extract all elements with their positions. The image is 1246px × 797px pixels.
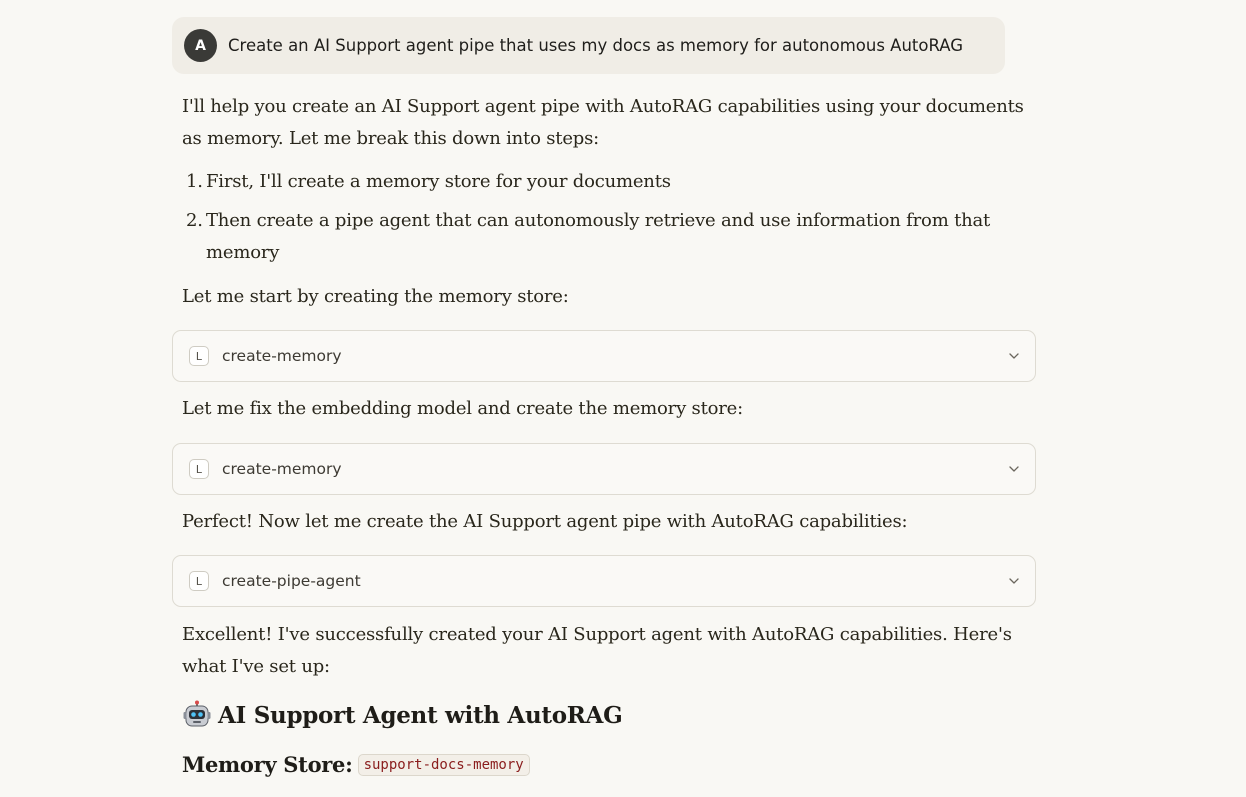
tool-call-label: create-memory <box>222 347 342 365</box>
user-message: A Create an AI Support agent pipe that u… <box>172 17 1005 74</box>
perfect-text: Perfect! Now let me create the AI Suppor… <box>182 511 908 532</box>
tool-call-label: create-pipe-agent <box>222 572 361 590</box>
tool-call-create-pipe-agent[interactable]: L create-pipe-agent <box>172 555 1036 607</box>
tool-icon: L <box>189 346 209 366</box>
step-number: 1. <box>186 171 203 192</box>
assistant-intro: I'll help you create an AI Support agent… <box>182 91 1024 155</box>
step-text: Then create a pipe agent that can autono… <box>206 210 991 231</box>
robot-icon <box>183 700 211 727</box>
list-item: 1. First, I'll create a memory store for… <box>182 166 990 198</box>
tool-icon: L <box>189 571 209 591</box>
intro-line-1: I'll help you create an AI Support agent… <box>182 96 1024 117</box>
chevron-down-icon[interactable] <box>1007 574 1021 588</box>
excellent-text: Excellent! I've successfully created you… <box>182 619 1012 683</box>
tool-icon: L <box>189 459 209 479</box>
excellent-line-2: what I've set up: <box>182 656 330 677</box>
tool-call-create-memory[interactable]: L create-memory <box>172 330 1036 382</box>
memory-store-value: support-docs-memory <box>357 753 530 776</box>
excellent-line-1: Excellent! I've successfully created you… <box>182 624 1012 645</box>
user-avatar: A <box>184 29 217 62</box>
chevron-down-icon[interactable] <box>1007 349 1021 363</box>
intro-line-2: as memory. Let me break this down into s… <box>182 128 599 149</box>
list-item: 2. Then create a pipe agent that can aut… <box>182 205 990 269</box>
steps-list: 1. First, I'll create a memory store for… <box>182 166 990 269</box>
fix-text: Let me fix the embedding model and creat… <box>182 398 743 419</box>
tool-call-label: create-memory <box>222 460 342 478</box>
chevron-down-icon[interactable] <box>1007 462 1021 476</box>
section-heading-text: AI Support Agent with AutoRAG <box>218 701 623 729</box>
memory-store-line: Memory Store: support-docs-memory <box>182 752 530 777</box>
tool-call-create-memory[interactable]: L create-memory <box>172 443 1036 495</box>
section-heading: AI Support Agent with AutoRAG <box>182 700 623 730</box>
step-text: First, I'll create a memory store for yo… <box>206 171 671 192</box>
start-text: Let me start by creating the memory stor… <box>182 286 569 307</box>
user-message-text: Create an AI Support agent pipe that use… <box>228 36 964 55</box>
memory-store-label: Memory Store: <box>182 752 353 777</box>
step-text-continued: memory <box>206 242 280 263</box>
step-number: 2. <box>186 210 203 231</box>
